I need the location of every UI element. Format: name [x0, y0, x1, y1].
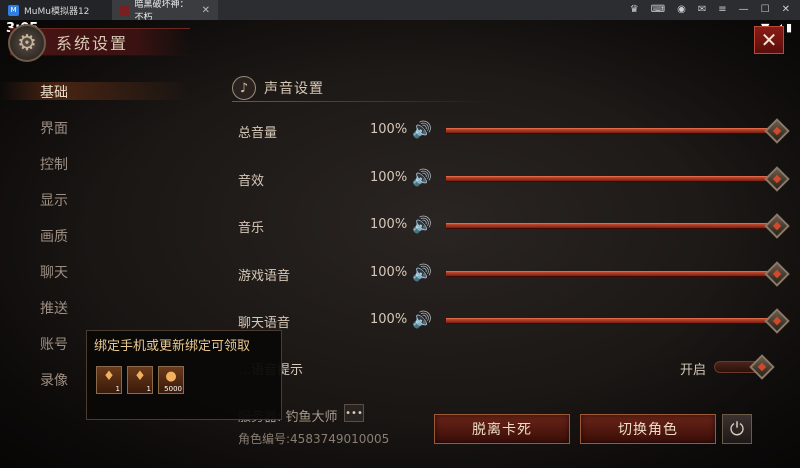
volume-percent: 100%: [370, 264, 408, 280]
section-title: 声音设置: [264, 81, 324, 97]
sidebar-item-replay[interactable]: 录像: [40, 370, 68, 390]
volume-slider-knob[interactable]: [764, 118, 790, 144]
reward-item[interactable]: ♦ 1: [127, 366, 153, 394]
volume-slider-knob[interactable]: [764, 308, 790, 334]
reward-count: 1: [115, 385, 120, 393]
emulator-tab-game[interactable]: 暗黑破坏神：不朽 ✕: [112, 0, 218, 23]
speaker-icon[interactable]: 🔊: [412, 263, 438, 285]
sidebar-item-graphics[interactable]: 画质: [40, 226, 68, 246]
game-app-icon: [120, 4, 130, 16]
battery-icon: ▮: [785, 21, 792, 34]
volume-label: 音效: [238, 173, 265, 189]
volume-slider[interactable]: [446, 270, 772, 277]
volume-percent: 100%: [370, 217, 408, 232]
music-note-icon: ♪: [232, 76, 256, 100]
emulator-titlebar: M MuMu模拟器12 暗黑破坏神：不朽 ✕ ♛ ⌨ ◉ ✉ ≡ — ☐ ✕: [0, 0, 800, 23]
volume-label: 游戏语音: [238, 268, 291, 284]
server-more-button[interactable]: •••: [344, 404, 364, 422]
emulator-toolbar: ♛ ⌨ ◉ ✉ ≡ — ☐ ✕: [630, 0, 800, 20]
sidebar-item-interface[interactable]: 界面: [40, 118, 68, 138]
sidebar-item-basic[interactable]: 基础: [40, 82, 68, 102]
reward-item[interactable]: ● 5000: [158, 366, 184, 394]
mumu-logo-icon: M: [8, 4, 19, 16]
role-id: 角色编号:4583749010005: [238, 432, 390, 446]
emulator-tab-home[interactable]: M MuMu模拟器12: [0, 0, 112, 20]
reward-count: 5000: [164, 385, 182, 393]
gear-icon: ⚙: [8, 24, 46, 62]
speaker-icon[interactable]: 🔊: [412, 120, 438, 142]
volume-slider[interactable]: [446, 175, 772, 182]
gamepad-icon[interactable]: ◉: [677, 0, 686, 20]
bind-phone-popup[interactable]: 绑定手机或更新绑定可领取 ♦ 1 ♦ 1 ● 5000: [86, 330, 282, 420]
maximize-icon[interactable]: ☐: [761, 0, 770, 20]
volume-percent: 100%: [370, 312, 408, 327]
keyboard-icon[interactable]: ⌨: [651, 0, 665, 20]
minimize-icon[interactable]: —: [739, 0, 749, 20]
reward-count: 1: [146, 385, 151, 393]
reward-gem-icon: ♦: [103, 369, 115, 384]
toggle-knob[interactable]: [749, 354, 775, 380]
menu-icon[interactable]: ≡: [718, 0, 726, 20]
sidebar-active-highlight: [0, 82, 190, 100]
sidebar-item-chat[interactable]: 聊天: [40, 262, 68, 282]
reward-gem-icon: ♦: [134, 369, 146, 384]
power-button[interactable]: ⏻: [722, 414, 752, 444]
reward-gold-icon: ●: [165, 369, 177, 384]
sidebar-item-control[interactable]: 控制: [40, 154, 68, 174]
volume-slider[interactable]: [446, 128, 772, 134]
volume-label: 总音量: [238, 126, 278, 141]
sidebar-item-push[interactable]: 推送: [40, 298, 68, 318]
volume-label: 音乐: [238, 221, 265, 236]
volume-slider-knob[interactable]: [764, 260, 790, 287]
speaker-icon[interactable]: 🔊: [412, 215, 438, 237]
volume-label: 聊天语音: [238, 316, 291, 331]
switch-role-button[interactable]: 切换角色: [580, 414, 716, 444]
mail-icon[interactable]: ✉: [698, 0, 706, 20]
close-button[interactable]: ✕: [754, 26, 784, 54]
volume-slider-knob[interactable]: [764, 165, 790, 192]
speaker-icon[interactable]: 🔊: [412, 310, 438, 332]
game-viewport: 3:05 ▼ ◢ ▮ ⚙ 系统设置 ✕ 基础 界面 控制 显示 画质 聊天 推送…: [0, 20, 800, 468]
volume-slider[interactable]: [446, 318, 772, 324]
volume-percent: 100%: [370, 122, 408, 137]
crown-icon[interactable]: ♛: [630, 0, 639, 20]
speaker-icon[interactable]: 🔊: [412, 168, 438, 190]
volume-slider-knob[interactable]: [764, 213, 790, 239]
window-close-icon[interactable]: ✕: [782, 0, 790, 20]
emulator-tab-label: MuMu模拟器12: [24, 6, 90, 17]
sidebar-item-account[interactable]: 账号: [40, 334, 68, 354]
reward-item[interactable]: ♦ 1: [96, 366, 122, 394]
popup-title: 绑定手机或更新绑定可领取: [94, 339, 251, 354]
volume-percent: 100%: [370, 169, 408, 185]
volume-slider[interactable]: [446, 223, 772, 229]
voice-prompt-state: 开启: [680, 363, 707, 378]
unstuck-button[interactable]: 脱离卡死: [434, 414, 570, 444]
sidebar-item-display[interactable]: 显示: [40, 190, 68, 210]
section-divider: [232, 101, 492, 102]
tab-close-icon[interactable]: ✕: [202, 5, 210, 16]
page-title: 系统设置: [56, 34, 129, 53]
